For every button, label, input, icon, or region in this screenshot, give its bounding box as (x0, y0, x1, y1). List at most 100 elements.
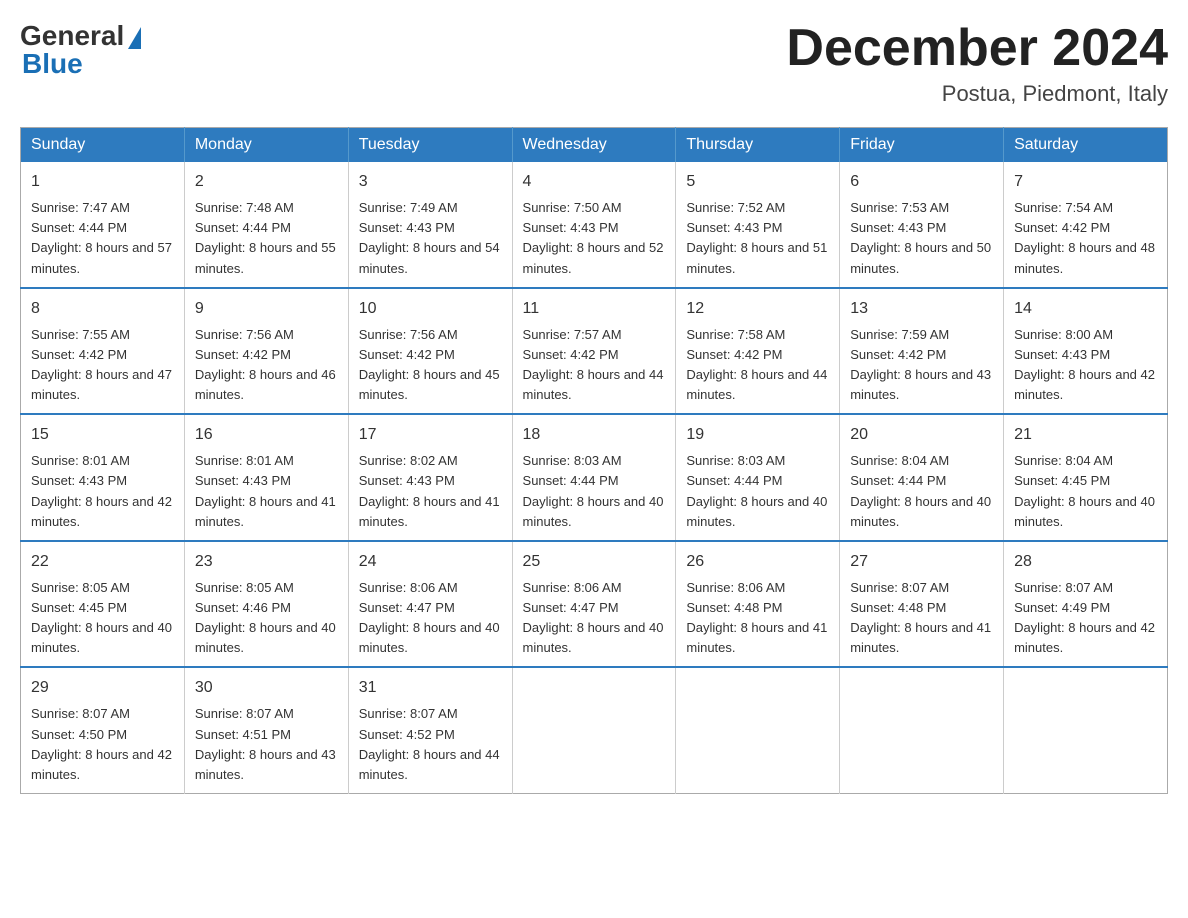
day-number: 11 (523, 297, 666, 321)
day-number: 17 (359, 423, 502, 447)
day-info: Sunrise: 8:07 AMSunset: 4:48 PMDaylight:… (850, 580, 991, 655)
day-info: Sunrise: 8:07 AMSunset: 4:49 PMDaylight:… (1014, 580, 1155, 655)
calendar-cell: 31 Sunrise: 8:07 AMSunset: 4:52 PMDayligh… (348, 667, 512, 793)
calendar-cell: 13 Sunrise: 7:59 AMSunset: 4:42 PMDayligh… (840, 288, 1004, 415)
day-number: 21 (1014, 423, 1157, 447)
day-info: Sunrise: 8:01 AMSunset: 4:43 PMDaylight:… (195, 453, 336, 528)
day-info: Sunrise: 7:56 AMSunset: 4:42 PMDaylight:… (195, 327, 336, 402)
calendar-table: SundayMondayTuesdayWednesdayThursdayFrid… (20, 127, 1168, 794)
day-info: Sunrise: 7:59 AMSunset: 4:42 PMDaylight:… (850, 327, 991, 402)
day-info: Sunrise: 8:03 AMSunset: 4:44 PMDaylight:… (686, 453, 827, 528)
day-number: 8 (31, 297, 174, 321)
location-subtitle: Postua, Piedmont, Italy (786, 81, 1168, 107)
day-info: Sunrise: 7:49 AMSunset: 4:43 PMDaylight:… (359, 200, 500, 275)
day-number: 19 (686, 423, 829, 447)
column-header-sunday: Sunday (21, 128, 185, 163)
calendar-cell: 5 Sunrise: 7:52 AMSunset: 4:43 PMDaylight… (676, 162, 840, 288)
column-header-friday: Friday (840, 128, 1004, 163)
calendar-week-row: 22 Sunrise: 8:05 AMSunset: 4:45 PMDayligh… (21, 541, 1168, 668)
day-number: 16 (195, 423, 338, 447)
calendar-cell: 28 Sunrise: 8:07 AMSunset: 4:49 PMDayligh… (1004, 541, 1168, 668)
day-info: Sunrise: 7:55 AMSunset: 4:42 PMDaylight:… (31, 327, 172, 402)
day-number: 24 (359, 550, 502, 574)
calendar-week-row: 29 Sunrise: 8:07 AMSunset: 4:50 PMDayligh… (21, 667, 1168, 793)
day-info: Sunrise: 8:06 AMSunset: 4:47 PMDaylight:… (359, 580, 500, 655)
calendar-cell: 16 Sunrise: 8:01 AMSunset: 4:43 PMDayligh… (184, 414, 348, 541)
calendar-cell: 24 Sunrise: 8:06 AMSunset: 4:47 PMDayligh… (348, 541, 512, 668)
calendar-cell: 21 Sunrise: 8:04 AMSunset: 4:45 PMDayligh… (1004, 414, 1168, 541)
calendar-cell: 20 Sunrise: 8:04 AMSunset: 4:44 PMDayligh… (840, 414, 1004, 541)
day-number: 20 (850, 423, 993, 447)
day-info: Sunrise: 7:58 AMSunset: 4:42 PMDaylight:… (686, 327, 827, 402)
day-number: 18 (523, 423, 666, 447)
calendar-cell: 23Sunrise: 8:05 AMSunset: 4:46 PMDayligh… (184, 541, 348, 668)
day-info: Sunrise: 7:57 AMSunset: 4:42 PMDaylight:… (523, 327, 664, 402)
day-info: Sunrise: 8:07 AMSunset: 4:52 PMDaylight:… (359, 706, 500, 781)
calendar-cell: 29 Sunrise: 8:07 AMSunset: 4:50 PMDayligh… (21, 667, 185, 793)
day-info: Sunrise: 8:02 AMSunset: 4:43 PMDaylight:… (359, 453, 500, 528)
day-info: Sunrise: 8:05 AMSunset: 4:45 PMDaylight:… (31, 580, 172, 655)
calendar-cell: 27Sunrise: 8:07 AMSunset: 4:48 PMDayligh… (840, 541, 1004, 668)
day-number: 23 (195, 550, 338, 574)
day-number: 26 (686, 550, 829, 574)
calendar-cell: 22 Sunrise: 8:05 AMSunset: 4:45 PMDayligh… (21, 541, 185, 668)
day-info: Sunrise: 7:50 AMSunset: 4:43 PMDaylight:… (523, 200, 664, 275)
day-info: Sunrise: 7:48 AMSunset: 4:44 PMDaylight:… (195, 200, 336, 275)
column-header-monday: Monday (184, 128, 348, 163)
day-info: Sunrise: 8:06 AMSunset: 4:48 PMDaylight:… (686, 580, 827, 655)
day-info: Sunrise: 8:03 AMSunset: 4:44 PMDaylight:… (523, 453, 664, 528)
calendar-cell (512, 667, 676, 793)
calendar-cell (1004, 667, 1168, 793)
calendar-cell: 6 Sunrise: 7:53 AMSunset: 4:43 PMDaylight… (840, 162, 1004, 288)
day-number: 14 (1014, 297, 1157, 321)
day-info: Sunrise: 8:04 AMSunset: 4:45 PMDaylight:… (1014, 453, 1155, 528)
column-header-saturday: Saturday (1004, 128, 1168, 163)
day-info: Sunrise: 8:00 AMSunset: 4:43 PMDaylight:… (1014, 327, 1155, 402)
day-number: 10 (359, 297, 502, 321)
calendar-cell: 26 Sunrise: 8:06 AMSunset: 4:48 PMDayligh… (676, 541, 840, 668)
calendar-cell: 18 Sunrise: 8:03 AMSunset: 4:44 PMDayligh… (512, 414, 676, 541)
calendar-week-row: 8 Sunrise: 7:55 AMSunset: 4:42 PMDaylight… (21, 288, 1168, 415)
day-number: 6 (850, 170, 993, 194)
day-number: 13 (850, 297, 993, 321)
day-number: 22 (31, 550, 174, 574)
calendar-cell: 7Sunrise: 7:54 AMSunset: 4:42 PMDaylight… (1004, 162, 1168, 288)
day-number: 29 (31, 676, 174, 700)
calendar-cell: 30Sunrise: 8:07 AMSunset: 4:51 PMDayligh… (184, 667, 348, 793)
day-number: 5 (686, 170, 829, 194)
logo: General Blue (20, 20, 141, 80)
month-title: December 2024 (786, 20, 1168, 77)
calendar-cell: 10 Sunrise: 7:56 AMSunset: 4:42 PMDayligh… (348, 288, 512, 415)
day-number: 3 (359, 170, 502, 194)
calendar-cell (676, 667, 840, 793)
day-info: Sunrise: 8:06 AMSunset: 4:47 PMDaylight:… (523, 580, 664, 655)
calendar-cell: 12 Sunrise: 7:58 AMSunset: 4:42 PMDayligh… (676, 288, 840, 415)
calendar-week-row: 15 Sunrise: 8:01 AMSunset: 4:43 PMDayligh… (21, 414, 1168, 541)
column-header-wednesday: Wednesday (512, 128, 676, 163)
day-info: Sunrise: 8:07 AMSunset: 4:50 PMDaylight:… (31, 706, 172, 781)
day-number: 31 (359, 676, 502, 700)
calendar-cell: 19 Sunrise: 8:03 AMSunset: 4:44 PMDayligh… (676, 414, 840, 541)
day-number: 28 (1014, 550, 1157, 574)
day-number: 12 (686, 297, 829, 321)
calendar-cell (840, 667, 1004, 793)
calendar-cell: 15 Sunrise: 8:01 AMSunset: 4:43 PMDayligh… (21, 414, 185, 541)
calendar-cell: 3 Sunrise: 7:49 AMSunset: 4:43 PMDaylight… (348, 162, 512, 288)
column-header-thursday: Thursday (676, 128, 840, 163)
day-info: Sunrise: 8:01 AMSunset: 4:43 PMDaylight:… (31, 453, 172, 528)
day-number: 7 (1014, 170, 1157, 194)
calendar-cell: 4Sunrise: 7:50 AMSunset: 4:43 PMDaylight… (512, 162, 676, 288)
day-number: 15 (31, 423, 174, 447)
calendar-cell: 14 Sunrise: 8:00 AMSunset: 4:43 PMDayligh… (1004, 288, 1168, 415)
day-number: 25 (523, 550, 666, 574)
calendar-cell: 8 Sunrise: 7:55 AMSunset: 4:42 PMDaylight… (21, 288, 185, 415)
day-info: Sunrise: 7:56 AMSunset: 4:42 PMDaylight:… (359, 327, 500, 402)
calendar-cell: 17 Sunrise: 8:02 AMSunset: 4:43 PMDayligh… (348, 414, 512, 541)
day-info: Sunrise: 7:52 AMSunset: 4:43 PMDaylight:… (686, 200, 827, 275)
title-section: December 2024 Postua, Piedmont, Italy (786, 20, 1168, 107)
calendar-cell: 11 Sunrise: 7:57 AMSunset: 4:42 PMDayligh… (512, 288, 676, 415)
day-info: Sunrise: 8:04 AMSunset: 4:44 PMDaylight:… (850, 453, 991, 528)
calendar-cell: 9Sunrise: 7:56 AMSunset: 4:42 PMDaylight… (184, 288, 348, 415)
calendar-cell: 1Sunrise: 7:47 AMSunset: 4:44 PMDaylight… (21, 162, 185, 288)
day-info: Sunrise: 7:53 AMSunset: 4:43 PMDaylight:… (850, 200, 991, 275)
